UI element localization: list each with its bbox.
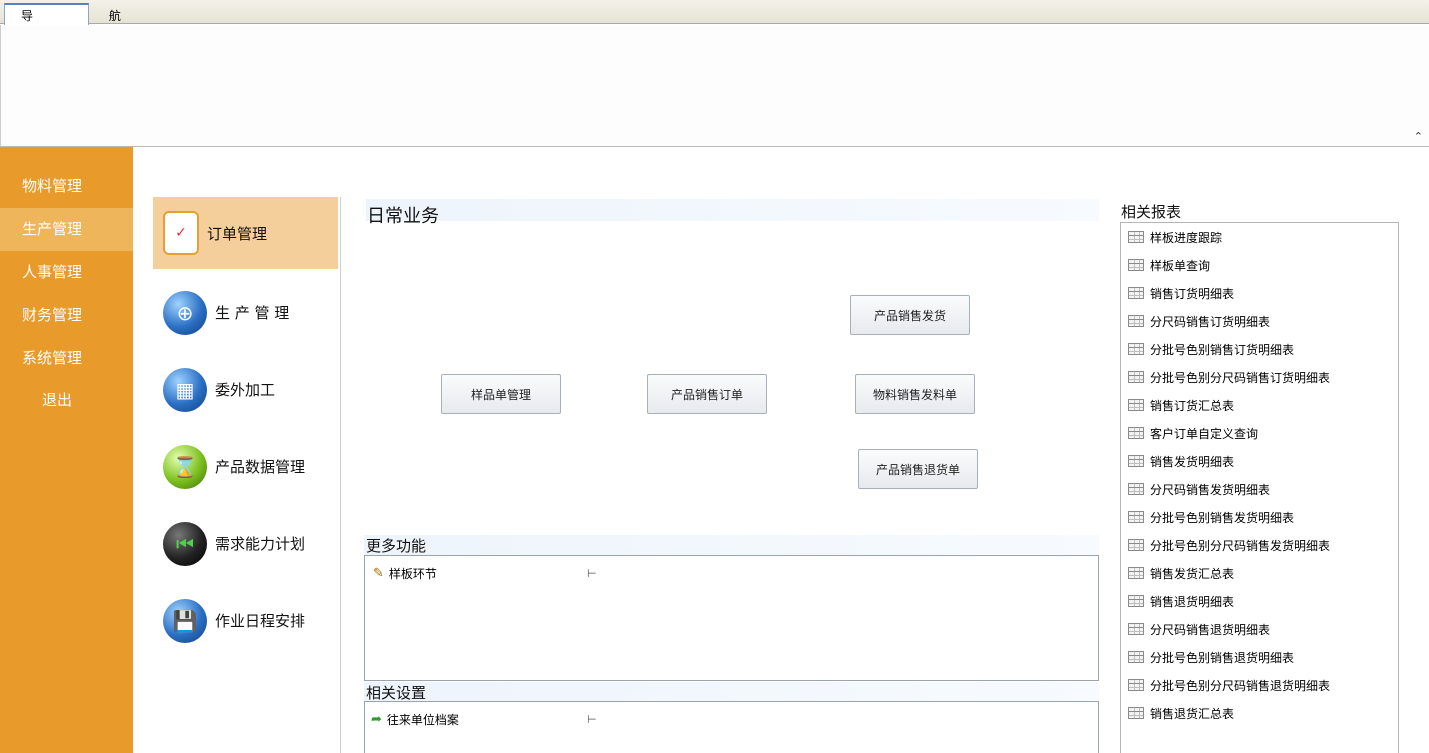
- module-label: 需求能力计划: [215, 535, 306, 553]
- tab-strip: 导 航: [0, 0, 1429, 25]
- vertical-divider: [340, 197, 341, 753]
- delivery-button[interactable]: 产品销售发货: [850, 295, 970, 335]
- table-icon: [1128, 679, 1144, 691]
- nav-item-system[interactable]: 系统管理: [0, 337, 133, 380]
- tab-navigation[interactable]: 导 航: [4, 3, 121, 25]
- daily-title: 日常业务: [367, 206, 439, 227]
- report-item[interactable]: 客户订单自定义查询: [1121, 419, 1398, 447]
- settings-item-partner-archive[interactable]: ➦ 往来单位档案: [371, 711, 459, 728]
- table-icon: [1128, 651, 1144, 663]
- material-issue-button[interactable]: 物料销售发料单: [855, 374, 975, 414]
- module-list: ✓ 订单管理 ⊕ 生 产 管 理 ▦ 委外加工 ⌛ 产品数据管理 ⏮ 需求能力计…: [153, 197, 338, 753]
- pin-icon[interactable]: ⊢: [587, 567, 597, 580]
- table-icon: [1128, 595, 1144, 607]
- settings-header-bar: [364, 682, 1099, 702]
- report-item[interactable]: 分批号色别销售订货明细表: [1121, 335, 1398, 363]
- report-item[interactable]: 分批号色别分尺码销售退货明细表: [1121, 671, 1398, 699]
- nav-item-finance[interactable]: 财务管理: [0, 294, 133, 337]
- reports-list: 样板进度跟踪 样板单查询 销售订货明细表 分尺码销售订货明细表 分批号色别销售订…: [1120, 222, 1399, 753]
- sales-return-button[interactable]: 产品销售退货单: [858, 449, 978, 489]
- report-item[interactable]: 销售退货汇总表: [1121, 699, 1398, 727]
- report-item[interactable]: 销售订货明细表: [1121, 279, 1398, 307]
- table-icon: [1128, 455, 1144, 467]
- floppy-disk-icon: 💾: [163, 598, 207, 643]
- edit-icon: ✎: [373, 566, 384, 581]
- report-item[interactable]: 分批号色别分尺码销售发货明细表: [1121, 531, 1398, 559]
- table-icon: [1128, 623, 1144, 635]
- module-label: 委外加工: [215, 381, 276, 399]
- table-icon: [1128, 511, 1144, 523]
- module-capacity-planning[interactable]: ⏮ 需求能力计划: [153, 505, 338, 582]
- report-item[interactable]: 分批号色别销售退货明细表: [1121, 643, 1398, 671]
- module-scheduling[interactable]: 💾 作业日程安排: [153, 582, 338, 659]
- nav-item-exit[interactable]: 退出: [0, 380, 133, 423]
- table-icon: [1128, 259, 1144, 271]
- module-order-management[interactable]: ✓ 订单管理: [153, 197, 338, 269]
- sales-order-button[interactable]: 产品销售订单: [647, 374, 767, 414]
- module-label: 作业日程安排: [215, 612, 306, 630]
- settings-item-label: 往来单位档案: [386, 713, 459, 727]
- pin-icon[interactable]: ⊢: [587, 713, 597, 726]
- table-icon: [1128, 539, 1144, 551]
- more-box: [364, 555, 1099, 681]
- table-icon: [1128, 707, 1144, 719]
- settings-box: [364, 701, 1099, 753]
- table-icon: [1128, 315, 1144, 327]
- left-nav: 物料管理 生产管理 人事管理 财务管理 系统管理 退出: [0, 147, 133, 753]
- table-icon: [1128, 287, 1144, 299]
- settings-title: 相关设置: [366, 684, 427, 702]
- report-item[interactable]: 销售订货汇总表: [1121, 391, 1398, 419]
- module-outsourcing[interactable]: ▦ 委外加工: [153, 351, 338, 428]
- table-icon: [1128, 483, 1144, 495]
- reports-title: 相关报表: [1121, 203, 1182, 221]
- nav-item-hr[interactable]: 人事管理: [0, 251, 133, 294]
- nav-item-materials[interactable]: 物料管理: [0, 165, 133, 208]
- table-icon: [1128, 567, 1144, 579]
- report-item[interactable]: 分批号色别分尺码销售订货明细表: [1121, 363, 1398, 391]
- grid-icon: ▦: [163, 367, 207, 412]
- report-item[interactable]: 销售发货汇总表: [1121, 559, 1398, 587]
- more-item-sample-stage[interactable]: ✎ 样板环节: [373, 565, 437, 582]
- report-item[interactable]: 销售退货明细表: [1121, 587, 1398, 615]
- hourglass-icon: ⌛: [163, 444, 207, 489]
- module-label: 生 产 管 理: [215, 304, 290, 322]
- report-item[interactable]: 分尺码销售发货明细表: [1121, 475, 1398, 503]
- report-item[interactable]: 分尺码销售退货明细表: [1121, 615, 1398, 643]
- table-icon: [1128, 399, 1144, 411]
- nav-item-production[interactable]: 生产管理: [0, 208, 133, 251]
- module-product-data[interactable]: ⌛ 产品数据管理: [153, 428, 338, 505]
- report-item[interactable]: 分批号色别销售发货明细表: [1121, 503, 1398, 531]
- chevron-up-icon[interactable]: ⌃: [1414, 130, 1423, 143]
- tab-navigation-label: 导 航: [21, 8, 157, 23]
- more-header-bar: [364, 535, 1099, 555]
- more-item-label: 样板环节: [388, 567, 437, 581]
- report-item[interactable]: 样板单查询: [1121, 251, 1398, 279]
- table-icon: [1128, 231, 1144, 243]
- more-title: 更多功能: [366, 537, 427, 555]
- target-icon: ⊕: [163, 290, 207, 335]
- module-label: 订单管理: [207, 224, 268, 243]
- table-icon: [1128, 427, 1144, 439]
- report-item[interactable]: 分尺码销售订货明细表: [1121, 307, 1398, 335]
- module-label: 产品数据管理: [215, 458, 306, 476]
- module-production-management[interactable]: ⊕ 生 产 管 理: [153, 274, 338, 351]
- daily-header-bar: [366, 199, 1099, 221]
- sample-order-button[interactable]: 样品单管理: [441, 374, 561, 414]
- report-item[interactable]: 样板进度跟踪: [1121, 223, 1398, 251]
- top-panel: ⌃: [0, 25, 1429, 147]
- table-icon: [1128, 343, 1144, 355]
- report-item[interactable]: 销售发货明细表: [1121, 447, 1398, 475]
- partner-icon: ➦: [371, 712, 382, 727]
- clipboard-icon: ✓: [163, 211, 199, 255]
- table-icon: [1128, 371, 1144, 383]
- skip-back-icon: ⏮: [163, 521, 207, 566]
